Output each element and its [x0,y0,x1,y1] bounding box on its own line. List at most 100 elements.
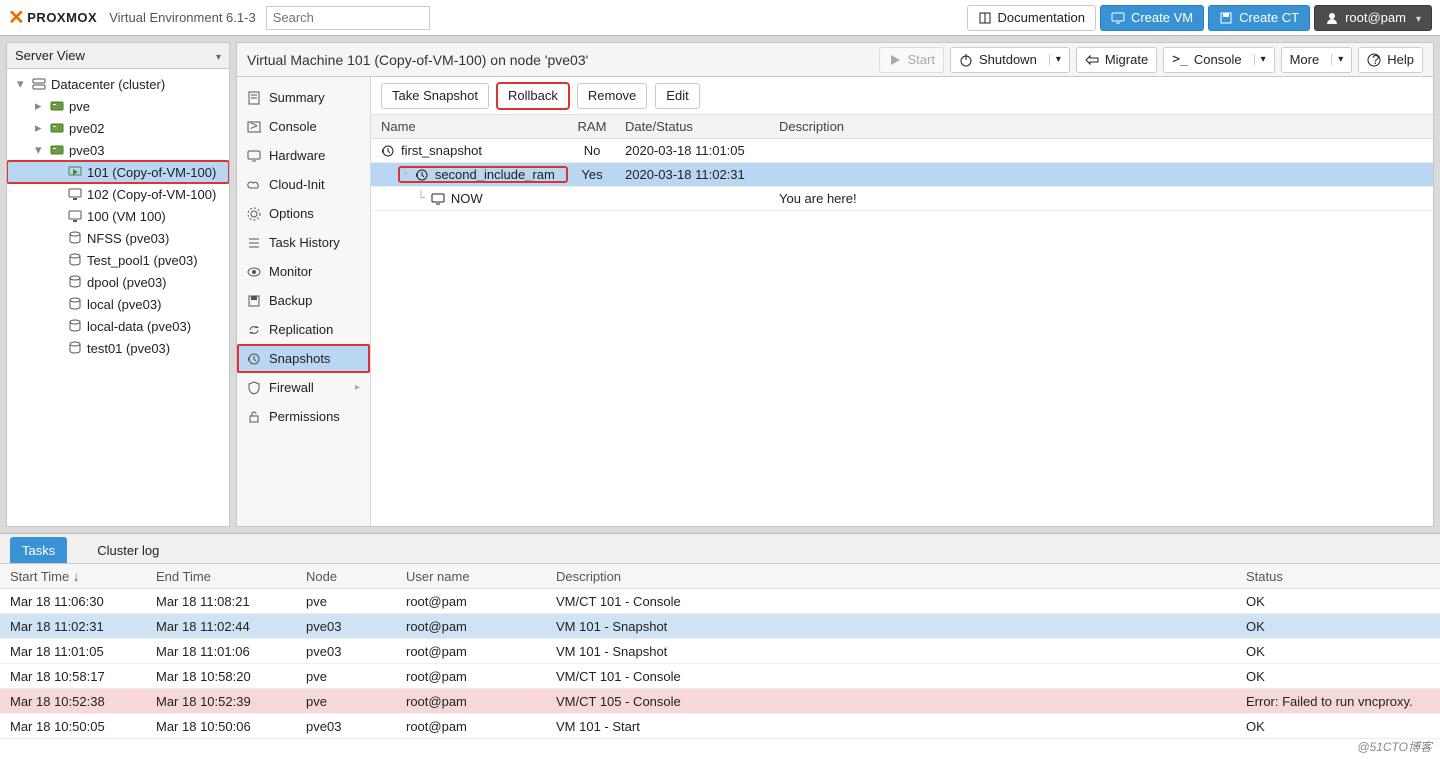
col-date[interactable]: Date/Status [617,119,767,134]
tree-node-label: pve [69,99,90,114]
tab-tasks[interactable]: Tasks [10,537,67,563]
search-input[interactable] [266,6,430,30]
tree-node[interactable]: NFSS (pve03) [7,227,229,249]
watermark: @51CTO博客 [1357,738,1432,755]
create-vm-button[interactable]: Create VM [1100,5,1204,31]
tree-node[interactable]: pve [7,95,229,117]
take-snapshot-button[interactable]: Take Snapshot [381,83,489,109]
rollback-button[interactable]: Rollback [497,83,569,109]
subnav-snapshots[interactable]: Snapshots [237,344,370,373]
log-row[interactable]: Mar 18 10:50:05Mar 18 10:50:06pve03root@… [0,714,1440,739]
documentation-button[interactable]: Documentation [967,5,1096,31]
chevron-down-icon [216,48,221,63]
tree-node[interactable]: 101 (Copy-of-VM-100) [7,161,229,183]
log-desc: VM 101 - Snapshot [550,619,1240,634]
tree-node[interactable]: pve03 [7,139,229,161]
storage-icon [68,253,82,267]
col-description[interactable]: Description [550,569,1240,584]
migrate-button[interactable]: Migrate [1076,47,1157,73]
log-user: root@pam [400,719,550,734]
col-node[interactable]: Node [300,569,400,584]
col-desc[interactable]: Description [767,119,1433,134]
create-ct-button[interactable]: Create CT [1208,5,1310,31]
tree-node-label: Datacenter (cluster) [51,77,165,92]
log-status: OK [1240,619,1440,634]
node-icon [50,143,64,157]
tree-node-label: local-data (pve03) [87,319,191,334]
tree-node[interactable]: pve02 [7,117,229,139]
log-row[interactable]: Mar 18 10:52:38Mar 18 10:52:39pveroot@pa… [0,689,1440,714]
remove-button[interactable]: Remove [577,83,647,109]
shutdown-button[interactable]: Shutdown [950,47,1070,73]
col-status[interactable]: Status [1240,569,1440,584]
start-button[interactable]: Start [879,47,944,73]
help-button[interactable]: Help [1358,47,1423,73]
chevron-down-icon[interactable] [1331,54,1343,65]
log-row[interactable]: Mar 18 11:01:05Mar 18 11:01:06pve03root@… [0,639,1440,664]
server-view-selector[interactable]: Server View [7,43,229,69]
col-user[interactable]: User name [400,569,550,584]
history-icon [381,144,395,158]
subnav-backup[interactable]: Backup [237,286,370,315]
page-title: Virtual Machine 101 (Copy-of-VM-100) on … [247,52,873,68]
console-button[interactable]: >_Console [1163,47,1274,73]
subnav-task-history[interactable]: Task History [237,228,370,257]
more-button[interactable]: More [1281,47,1353,73]
sort-desc-icon: ↓ [73,569,80,584]
display-icon [1111,11,1125,25]
subnav-label: Firewall [269,380,314,395]
product-name: PROXMOX [27,10,97,25]
log-tabs: Tasks Cluster log [0,534,1440,564]
subnav-label: Backup [269,293,312,308]
tree-node[interactable]: 102 (Copy-of-VM-100) [7,183,229,205]
log-user: root@pam [400,619,550,634]
log-row[interactable]: Mar 18 11:06:30Mar 18 11:08:21pveroot@pa… [0,589,1440,614]
edit-button[interactable]: Edit [655,83,699,109]
tree-node[interactable]: Datacenter (cluster) [7,73,229,95]
subnav-options[interactable]: Options [237,199,370,228]
expand-toggle[interactable] [35,142,45,158]
tree-node[interactable]: local (pve03) [7,293,229,315]
subnav-label: Options [269,206,314,221]
user-menu[interactable]: root@pam [1314,5,1432,31]
log-row[interactable]: Mar 18 11:02:31Mar 18 11:02:44pve03root@… [0,614,1440,639]
log-user: root@pam [400,644,550,659]
tree-node-label: test01 (pve03) [87,341,170,356]
tree-node[interactable]: Test_pool1 (pve03) [7,249,229,271]
log-row[interactable]: Mar 18 10:58:17Mar 18 10:58:20pveroot@pa… [0,664,1440,689]
notes-icon [247,91,261,105]
chevron-down-icon[interactable] [1049,54,1061,65]
subnav-firewall[interactable]: Firewall▸ [237,373,370,402]
tab-cluster-log[interactable]: Cluster log [85,537,171,563]
tree-node[interactable]: dpool (pve03) [7,271,229,293]
logo: ✕PROXMOX [8,5,97,30]
log-desc: VM/CT 101 - Console [550,669,1240,684]
terminal-icon [247,120,261,134]
col-start-time[interactable]: Start Time ↓ [0,569,150,584]
snapshot-row[interactable]: └NOWYou are here! [371,187,1433,211]
subnav-replication[interactable]: Replication [237,315,370,344]
subnav-permissions[interactable]: Permissions [237,402,370,431]
subnav-hardware[interactable]: Hardware [237,141,370,170]
snapshot-row[interactable]: first_snapshotNo2020-03-18 11:01:05 [371,139,1433,163]
subnav-monitor[interactable]: Monitor [237,257,370,286]
subnav-summary[interactable]: Summary [237,83,370,112]
col-name[interactable]: Name [371,119,567,134]
expand-toggle[interactable] [17,76,27,92]
tree-node[interactable]: 100 (VM 100) [7,205,229,227]
expand-toggle[interactable] [35,98,45,114]
subnav-console[interactable]: Console [237,112,370,141]
subnav-cloud-init[interactable]: Cloud-Init [237,170,370,199]
tree-node[interactable]: local-data (pve03) [7,315,229,337]
save-icon [247,294,261,308]
resource-tree[interactable]: Datacenter (cluster) pve pve02pve03101 (Co… [7,69,229,526]
expand-toggle[interactable] [35,120,45,136]
log-user: root@pam [400,694,550,709]
shield-icon [247,381,261,395]
tree-node[interactable]: test01 (pve03) [7,337,229,359]
col-end-time[interactable]: End Time [150,569,300,584]
snapshot-row[interactable]: └second_include_ramYes2020-03-18 11:02:3… [371,163,1433,187]
chevron-down-icon[interactable] [1254,54,1266,65]
col-ram[interactable]: RAM [567,119,617,134]
log-node: pve03 [300,619,400,634]
